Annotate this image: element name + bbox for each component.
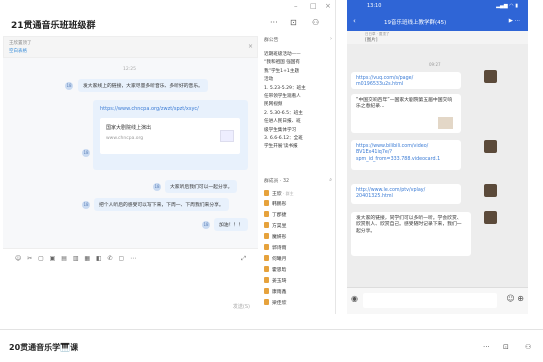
member-item[interactable]: 方昊昱 xyxy=(264,222,286,232)
member-item[interactable]: 王欣 · 群主 xyxy=(264,189,294,199)
member-avatar-icon xyxy=(264,244,269,250)
expand-icon[interactable]: ⤢ xyxy=(241,255,246,263)
video-call-icon[interactable]: ⊡ xyxy=(503,343,509,351)
link-thumbnail-icon xyxy=(220,130,234,142)
member-item[interactable]: 何曦月 xyxy=(264,255,286,265)
status-time: 13:10 xyxy=(367,3,382,9)
card-thumbnail-icon xyxy=(438,117,453,129)
link-domain: www.chncpa.org xyxy=(106,136,144,141)
member-item[interactable]: 霍思晗 xyxy=(264,266,286,276)
member-avatar-icon xyxy=(264,255,269,261)
member-item[interactable]: 姜玉琦 xyxy=(264,277,286,287)
member-item[interactable]: 魔妍彤 xyxy=(264,233,286,243)
link-preview[interactable]: 国家大剧院线上演出 www.chncpa.org xyxy=(100,118,240,154)
chat-title: 21贯通音乐班班级群 xyxy=(11,21,96,31)
chevron-right-icon[interactable]: › xyxy=(330,36,332,42)
member-item[interactable]: 梁佳欣 xyxy=(264,299,286,309)
avatar[interactable] xyxy=(484,70,497,83)
phone-timestamp: 09:27 xyxy=(429,62,441,67)
second-chat-title: 20贯通音乐学🎹课 xyxy=(9,343,79,352)
second-chat-window: 20贯通音乐学🎹课 ··· ⊡ ⚇ xyxy=(0,329,543,362)
avatar[interactable] xyxy=(484,211,497,224)
search-icon[interactable]: ⌕ xyxy=(329,177,332,183)
member-avatar-icon xyxy=(264,211,269,217)
member-avatar-icon xyxy=(264,277,269,283)
toolbar-icons[interactable]: ☺ ✂ ▢ ▣ ▤ ▥ ▦ ◧ ✆ ▢ ⋯ xyxy=(15,255,138,262)
timestamp: 12:25 xyxy=(123,67,136,72)
maximize-button[interactable]: □ xyxy=(310,2,317,10)
member-avatar-icon xyxy=(264,233,269,239)
input-toolbar: ☺ ✂ ▢ ▣ ▤ ▥ ▦ ◧ ✆ ▢ ⋯ ⤢ 发送(S) xyxy=(3,248,258,314)
member-avatar-icon xyxy=(264,190,269,196)
link-title: 国家大剧院线上演出 xyxy=(106,125,152,131)
phone-status-bar: 13:10 ▂▄▆ ◠ ▮ xyxy=(347,0,528,13)
status-icons: ▂▄▆ ◠ ▮ xyxy=(496,3,518,9)
member-avatar-icon xyxy=(264,299,269,305)
close-notice-icon[interactable]: × xyxy=(248,43,253,50)
member-item[interactable]: 郭诗雨 xyxy=(264,244,286,254)
message-bubble: 把个人听后的感受可以写下来，下周一、下周我们来分享。 xyxy=(94,198,229,211)
video-call-icon[interactable]: ⊡ xyxy=(290,18,297,27)
member-avatar-icon xyxy=(264,266,269,272)
member-avatar-icon xyxy=(264,222,269,228)
phone-chat-screen: 13:10 ▂▄▆ ◠ ▮ ‹ 19音乐班线上教学群(45) ▶ ··· 日日草… xyxy=(347,0,528,314)
pinned-notice[interactable]: 王欣置顶了 空白表格 × xyxy=(3,36,258,58)
message-bubble: 大家听后我们可以一起分享。 xyxy=(165,180,238,193)
nav-actions[interactable]: ▶ ··· xyxy=(509,18,520,24)
voice-icon[interactable]: ◉ xyxy=(351,294,358,303)
avatar[interactable]: 18 xyxy=(82,201,90,209)
pinned-message[interactable]: 日日草 · 置顶了 [图片] xyxy=(347,31,528,44)
notice-doc-link[interactable]: 空白表格 xyxy=(9,48,27,54)
members-header: 群成员 · 32 xyxy=(264,179,290,184)
desktop-chat-window: – □ × 21贯通音乐班班级群 ··· ⊡ ⚇ 王欣置顶了 空白表格 × 12… xyxy=(0,0,336,314)
avatar[interactable]: 18 xyxy=(82,149,90,157)
group-title: 19音乐班线上教学群(45) xyxy=(384,20,447,26)
send-button[interactable]: 发送(S) xyxy=(233,303,250,310)
announcement-header[interactable]: 群公告 xyxy=(264,36,278,43)
avatar[interactable]: 18 xyxy=(202,221,210,229)
message-bubble: 加油！！！ xyxy=(214,218,248,231)
emoji-plus-icons[interactable]: ☺ ⊕ xyxy=(506,294,524,303)
more-icon[interactable]: ··· xyxy=(483,343,490,351)
message-bubble: 发大家的链接，同学们可以多听一听。学会欣赏、欣赏别人、欣赏自己。感受随时记录下来… xyxy=(351,212,471,256)
phone-input-bar: ◉ ☺ ⊕ xyxy=(347,287,528,314)
back-icon[interactable]: ‹ xyxy=(353,17,356,25)
avatar[interactable]: 18 xyxy=(153,183,161,191)
close-button[interactable]: × xyxy=(325,2,331,10)
phone-nav-bar: ‹ 19音乐班线上教学群(45) ▶ ··· xyxy=(347,13,528,31)
message-link-card[interactable]: “中国交响百年”—国家大剧院第五届中国交响乐之春纪录... xyxy=(351,94,461,133)
group-info-panel: 群公告 › 近期班级活动—— “我和祖国 强国有 我”学生1+1主题 活动 1.… xyxy=(262,36,334,314)
member-item[interactable]: 韩鹏彤 xyxy=(264,200,286,210)
more-icon[interactable]: ··· xyxy=(270,18,278,27)
avatar[interactable] xyxy=(484,184,497,197)
message-link[interactable]: http://www.le.com/ptv/vplay/ 20401325.ht… xyxy=(351,184,461,204)
member-item[interactable]: 丁郡捷 xyxy=(264,211,286,221)
message-link[interactable]: https://vuq.com/s/page/ m0196533u2s.html xyxy=(351,72,461,89)
member-avatar-icon xyxy=(264,288,269,294)
avatar[interactable] xyxy=(484,140,497,153)
member-item[interactable]: 康雨鑫 xyxy=(264,288,286,298)
link-url[interactable]: https://www.chncpa.org/zwzt/spzt/xsyc/ xyxy=(100,106,199,112)
message-link[interactable]: https://www.bilibili.com/video/ BV1Ex41i… xyxy=(351,140,461,170)
announcement-text: 近期班级活动—— “我和祖国 强国有 我”学生1+1主题 活动 1. 5.23-… xyxy=(264,52,306,150)
message-input[interactable] xyxy=(363,293,497,308)
minimize-button[interactable]: – xyxy=(294,2,298,10)
add-member-icon[interactable]: ⚇ xyxy=(312,18,319,27)
chat-area: 12:25 18 发大家线上的链接，大家尽量多听音乐、多听好的音乐。 https… xyxy=(3,58,258,248)
member-avatar-icon xyxy=(264,200,269,206)
avatar[interactable]: 18 xyxy=(65,82,73,90)
notice-label: 王欣置顶了 xyxy=(9,41,32,46)
pinned-label: [图片] xyxy=(365,38,378,43)
message-bubble: 发大家线上的链接，大家尽量多听音乐、多听好的音乐。 xyxy=(78,79,208,92)
add-member-icon[interactable]: ⚇ xyxy=(525,343,531,351)
link-card-message[interactable]: https://www.chncpa.org/zwzt/spzt/xsyc/ 国… xyxy=(93,100,248,170)
